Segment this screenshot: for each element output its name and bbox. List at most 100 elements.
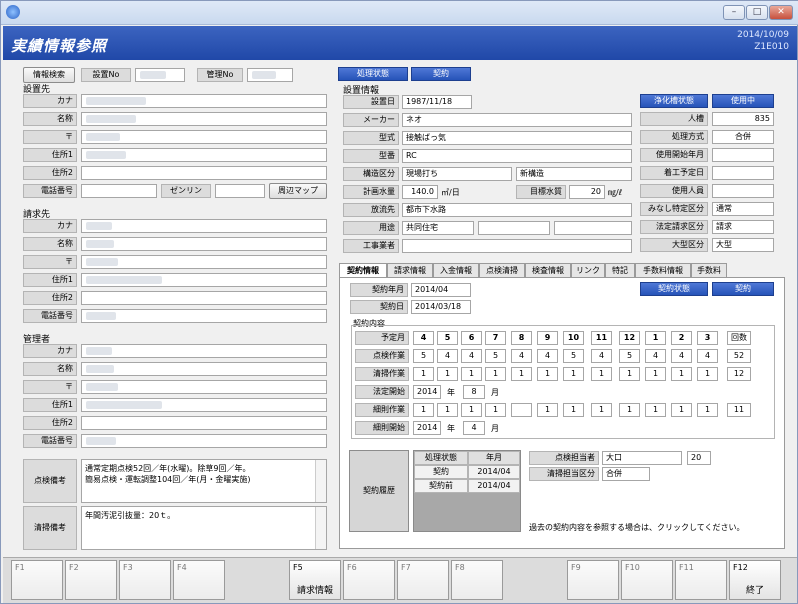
inspection-count-cell: 4 — [461, 349, 482, 363]
model-field: 接触ばっ気 — [402, 131, 632, 145]
structure2-field: 新構造 — [516, 167, 632, 181]
tab-special-notes[interactable]: 特記 — [605, 263, 635, 277]
tab-inspection-cleaning[interactable]: 点検清掃 — [479, 263, 525, 277]
legal-start-month-unit: 月 — [491, 388, 499, 397]
weeding-start-year: 2014 — [413, 421, 441, 435]
manager-zip-label: 〒 — [23, 380, 77, 394]
fkey-f11-button[interactable]: F11 — [675, 560, 727, 600]
fkey-f6-button[interactable]: F6 — [343, 560, 395, 600]
schedule-month-cell: 6 — [461, 331, 482, 345]
in-use-button[interactable]: 使用中 — [712, 94, 774, 108]
install-addr1-field — [81, 148, 327, 162]
screen-title: 実績情報参照 — [11, 37, 108, 55]
legal-start-label: 法定開始 — [355, 385, 409, 399]
schedule-month-cell: 12 — [619, 331, 640, 345]
tank-status-button[interactable]: 浄化槽状態 — [640, 94, 708, 108]
fkey-f1-button[interactable]: F1 — [11, 560, 63, 600]
weeding-count-cell — [511, 403, 532, 417]
fkey-f9-button[interactable]: F9 — [567, 560, 619, 600]
inspection-count-cell: 4 — [697, 349, 718, 363]
history-row-1-ym[interactable]: 2014/04 — [468, 465, 520, 479]
manager-addr2-field — [81, 416, 327, 430]
deemed-field: 通常 — [712, 202, 774, 216]
contract-button[interactable]: 契約 — [712, 282, 774, 296]
close-icon[interactable]: ✕ — [769, 5, 793, 20]
fkey-f2-button[interactable]: F2 — [65, 560, 117, 600]
tab-fee[interactable]: 手数料 — [691, 263, 727, 277]
contract-ym-label: 契約年月 — [350, 283, 408, 297]
install-kana-field — [81, 94, 327, 108]
fkey-number: F3 — [123, 563, 133, 572]
manager-kana-label: カナ — [23, 344, 77, 358]
tab-billing-info[interactable]: 請求情報 — [387, 263, 433, 277]
history-row-2-status[interactable]: 契約前 — [414, 479, 468, 493]
persons-field: 835 — [712, 112, 774, 126]
tab-audit-info[interactable]: 検査情報 — [525, 263, 571, 277]
fkey-f8-button[interactable]: F8 — [451, 560, 503, 600]
usage-label: 用途 — [343, 221, 399, 235]
inspection-count-cell: 4 — [645, 349, 666, 363]
schedule-month-cell: 8 — [511, 331, 532, 345]
cleaning-count-cell: 1 — [461, 367, 482, 381]
manager-addr1-label: 住所1 — [23, 398, 77, 412]
inspection-count-cell: 5 — [413, 349, 434, 363]
fkey-f7-button[interactable]: F7 — [397, 560, 449, 600]
application-window: – □ ✕ 実績情報参照 2014/10/09 Z1E010 情報検索 設置No… — [0, 0, 798, 604]
tab-link[interactable]: リンク — [571, 263, 605, 277]
cleaning-note-text[interactable]: 年間汚泥引抜量：20ｔ。 — [81, 506, 327, 550]
weeding-count-cell: 1 — [461, 403, 482, 417]
fkey-f4-button[interactable]: F4 — [173, 560, 225, 600]
area-map-button[interactable]: 周辺マップ — [269, 183, 327, 199]
size-label: 大型区分 — [640, 238, 708, 252]
plan-water-unit: ㎥/日 — [441, 188, 460, 197]
contract-status-button[interactable]: 契約状態 — [640, 282, 708, 296]
start-ym-label: 使用開始年月 — [640, 148, 708, 162]
history-row-1-status[interactable]: 契約 — [414, 465, 468, 479]
info-search-button[interactable]: 情報検索 — [23, 67, 75, 83]
schedule-month-cell: 9 — [537, 331, 558, 345]
status-tab-button[interactable]: 処理状態 — [338, 67, 408, 81]
inspection-count-cell: 4 — [437, 349, 458, 363]
history-row-2-ym[interactable]: 2014/04 — [468, 479, 520, 493]
count-header: 回数 — [727, 331, 751, 345]
schedule-month-cell: 1 — [645, 331, 666, 345]
target-quality-unit: ㎎/ℓ — [608, 188, 622, 197]
weeding-count-cell: 1 — [619, 403, 640, 417]
install-zip-label: 〒 — [23, 130, 77, 144]
install-zip-field — [81, 130, 327, 144]
cleaning-count-cell: 1 — [437, 367, 458, 381]
cleaning-charge-label: 清掃担当区分 — [529, 467, 599, 481]
fkey-f5-button[interactable]: F5 請求情報 — [289, 560, 341, 600]
inspection-count-cell: 5 — [485, 349, 506, 363]
size-field: 大型 — [712, 238, 774, 252]
install-addr2-label: 住所2 — [23, 166, 77, 180]
cleaning-total: 12 — [727, 367, 751, 381]
fkey-number: F4 — [177, 563, 187, 572]
fkey-number: F5 — [293, 563, 303, 572]
tab-fee-info[interactable]: 手数料情報 — [635, 263, 691, 277]
inspection-note-scrollbar[interactable] — [315, 460, 326, 502]
contract-history-button[interactable]: 契約履歴 — [349, 450, 409, 532]
install-name-field — [81, 112, 327, 126]
legal-start-month: 8 — [463, 385, 485, 399]
mgmt-no-field — [247, 68, 293, 82]
schedule-month-cell: 4 — [413, 331, 434, 345]
fkey-f12-button[interactable]: F12 終了 — [729, 560, 781, 600]
billing-kana-label: カナ — [23, 219, 77, 233]
tab-contract-info[interactable]: 契約情報 — [339, 263, 387, 278]
weeding-count-cell: 1 — [437, 403, 458, 417]
construction-field — [712, 166, 774, 180]
fkey-f3-button[interactable]: F3 — [119, 560, 171, 600]
tab-payment-info[interactable]: 入金情報 — [433, 263, 479, 277]
weeding-count-cell: 1 — [413, 403, 434, 417]
manager-name-field — [81, 362, 327, 376]
cleaning-note-scrollbar[interactable] — [315, 507, 326, 549]
fkey-f10-button[interactable]: F10 — [621, 560, 673, 600]
inspection-note-text[interactable]: 通常定期点検52回／年(水曜)。除草9回／年。 簡易点検・運転調整104回／年(… — [81, 459, 327, 503]
contract-tab-button[interactable]: 契約 — [411, 67, 471, 81]
inspection-count-cell: 4 — [511, 349, 532, 363]
billing-phone-label: 電話番号 — [23, 309, 77, 323]
maximize-icon[interactable]: □ — [746, 5, 768, 20]
minimize-icon[interactable]: – — [723, 5, 745, 20]
fkey-label: 終了 — [745, 586, 764, 596]
